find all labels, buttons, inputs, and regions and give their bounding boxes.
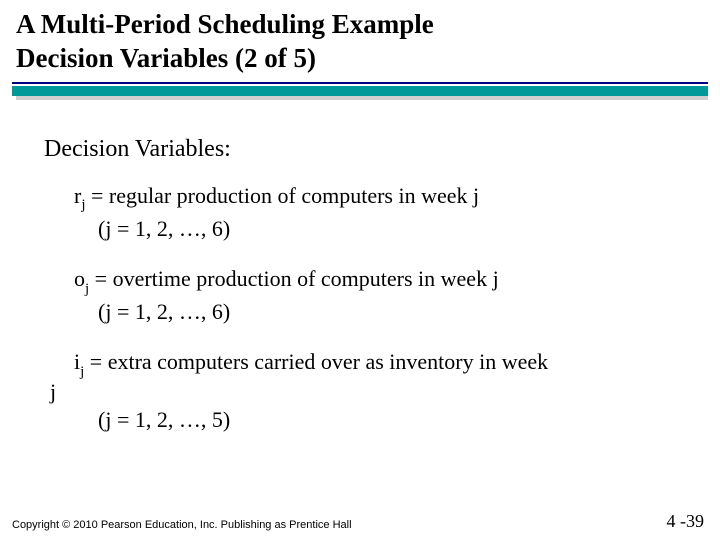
var-i-subscript: j (80, 364, 84, 380)
thin-rule (12, 82, 708, 84)
variable-r-def: rj = regular production of computers in … (74, 181, 680, 215)
copyright-text: Copyright © 2010 Pearson Education, Inc.… (12, 519, 352, 532)
var-r-subscript: j (81, 197, 85, 213)
var-i-trail: j (50, 377, 56, 407)
var-r-range: (j = 1, 2, …, 6) (98, 214, 680, 244)
title-underline (0, 76, 720, 100)
var-o-desc: = overtime production of computers in we… (89, 266, 499, 291)
var-r-desc: = regular production of computers in wee… (85, 183, 479, 208)
section-heading: Decision Variables: (44, 136, 680, 163)
var-o-subscript: j (85, 281, 89, 297)
variable-o: oj = overtime production of computers in… (74, 264, 680, 327)
variable-o-def: oj = overtime production of computers in… (74, 264, 680, 298)
var-i-range: (j = 1, 2, …, 5) (98, 405, 680, 435)
page-number: 4 -39 (667, 511, 705, 532)
var-o-symbol: o (74, 266, 85, 291)
slide-content: Decision Variables: rj = regular product… (0, 100, 720, 435)
variable-i: ij = extra computers carried over as inv… (74, 347, 680, 434)
slide-title-block: A Multi-Period Scheduling Example Decisi… (0, 0, 720, 76)
variable-r: rj = regular production of computers in … (74, 181, 680, 244)
var-o-range: (j = 1, 2, …, 6) (98, 297, 680, 327)
thick-rule (12, 86, 708, 96)
var-i-desc: = extra computers carried over as invent… (84, 349, 548, 374)
title-line-1: A Multi-Period Scheduling Example (16, 8, 704, 42)
title-line-2: Decision Variables (2 of 5) (16, 42, 704, 76)
slide-footer: Copyright © 2010 Pearson Education, Inc.… (12, 519, 708, 532)
variable-i-def: ij = extra computers carried over as inv… (74, 347, 680, 381)
